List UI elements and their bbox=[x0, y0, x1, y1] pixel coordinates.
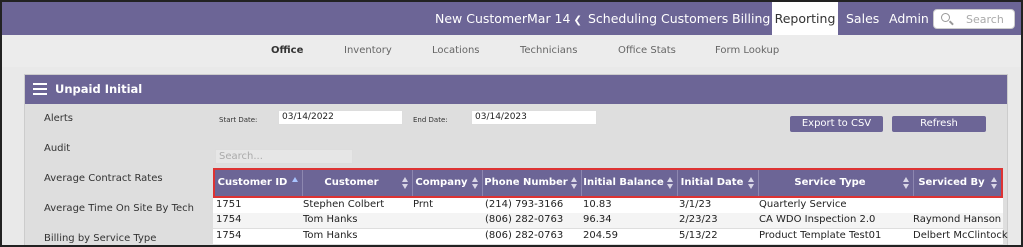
menu-icon[interactable] bbox=[33, 83, 47, 95]
table-search-input[interactable]: Search... bbox=[215, 149, 353, 164]
column-header-initial-date[interactable]: Initial Date bbox=[678, 170, 759, 196]
end-date-label: End Date: bbox=[413, 116, 448, 124]
chevron-down-icon: ❮ bbox=[573, 15, 582, 26]
column-header-initial-balance[interactable]: Initial Balance bbox=[582, 170, 678, 196]
top-navigation: New Customer Mar 14 ❮ Scheduling Customer… bbox=[2, 2, 1021, 35]
sort-ascending-icon bbox=[292, 177, 299, 189]
start-date-label: Start Date: bbox=[219, 116, 258, 124]
nav-admin[interactable]: Admin bbox=[889, 2, 929, 35]
subnav-locations[interactable]: Locations bbox=[432, 45, 480, 56]
nav-date-dropdown[interactable]: Mar 14 ❮ bbox=[527, 2, 582, 35]
cell-customer: Stephen Colbert bbox=[303, 199, 385, 210]
table-row[interactable]: 1754 Tom Hanks (806) 282-0763 204.59 5/1… bbox=[213, 229, 1008, 244]
nav-reporting[interactable]: Reporting bbox=[772, 2, 838, 35]
sort-icon bbox=[402, 177, 409, 189]
cell-serviced-by: Delbert McClintock bbox=[913, 230, 1008, 241]
nav-sales[interactable]: Sales bbox=[846, 2, 879, 35]
sort-icon bbox=[571, 177, 578, 189]
sort-icon bbox=[472, 177, 479, 189]
nav-billing[interactable]: Billing bbox=[732, 2, 770, 35]
subnav-technicians[interactable]: Technicians bbox=[520, 45, 577, 56]
end-date-input[interactable]: 03/14/2023 bbox=[471, 110, 597, 125]
cell-company: Prnt bbox=[413, 199, 434, 210]
sort-icon bbox=[667, 177, 674, 189]
column-header-customer[interactable]: Customer bbox=[303, 170, 413, 196]
start-date-input[interactable]: 03/14/2022 bbox=[278, 110, 403, 125]
report-menu-average-time-on-site[interactable]: Average Time On Site By Tech bbox=[44, 203, 194, 214]
table-header: Customer ID Customer Company Phone Numbe… bbox=[213, 168, 1003, 198]
report-menu-audit[interactable]: Audit bbox=[44, 143, 70, 154]
column-header-phone-number[interactable]: Phone Number bbox=[483, 170, 582, 196]
column-header-customer-id[interactable]: Customer ID bbox=[215, 170, 303, 196]
report-panel: Unpaid Initial Alerts Audit Average Cont… bbox=[24, 74, 1008, 245]
column-header-company[interactable]: Company bbox=[413, 170, 483, 196]
cell-customer: Tom Hanks bbox=[303, 214, 358, 225]
table-row[interactable]: 1751 Stephen Colbert Prnt (214) 793-3166… bbox=[213, 198, 1003, 213]
sort-icon bbox=[903, 177, 910, 189]
search-icon bbox=[941, 13, 950, 22]
cell-phone: (214) 793-3166 bbox=[485, 199, 564, 210]
nav-date-label: Mar 14 bbox=[527, 11, 571, 26]
sub-navigation: Office Inventory Locations Technicians O… bbox=[2, 35, 1021, 67]
column-header-service-type[interactable]: Service Type bbox=[759, 170, 914, 196]
report-menu-alerts[interactable]: Alerts bbox=[44, 113, 73, 124]
global-search-input[interactable]: Search bbox=[933, 9, 1015, 29]
panel-header: Unpaid Initial bbox=[25, 75, 1007, 104]
subnav-office-stats[interactable]: Office Stats bbox=[618, 45, 676, 56]
subnav-inventory[interactable]: Inventory bbox=[344, 45, 392, 56]
cell-phone: (806) 282-0763 bbox=[485, 230, 564, 241]
sort-icon bbox=[748, 177, 755, 189]
sort-icon bbox=[991, 177, 998, 189]
report-menu-average-contract-rates[interactable]: Average Contract Rates bbox=[44, 173, 163, 184]
cell-service-type: Quarterly Service bbox=[759, 199, 847, 210]
report-menu-billing-by-service-type[interactable]: Billing by Service Type bbox=[44, 233, 156, 244]
search-placeholder: Search bbox=[966, 13, 1004, 26]
cell-serviced-by: Raymond Hanson bbox=[913, 214, 1002, 225]
cell-initial-balance: 204.59 bbox=[583, 230, 618, 241]
cell-initial-date: 5/13/22 bbox=[679, 230, 718, 241]
subnav-office[interactable]: Office bbox=[271, 45, 303, 56]
subnav-form-lookup[interactable]: Form Lookup bbox=[715, 45, 779, 56]
table-row[interactable]: 1754 Tom Hanks (806) 282-0763 96.34 2/23… bbox=[213, 213, 1003, 228]
refresh-button[interactable]: Refresh bbox=[892, 116, 986, 132]
nav-customers[interactable]: Customers bbox=[661, 2, 728, 35]
nav-scheduling[interactable]: Scheduling bbox=[588, 2, 657, 35]
panel-title: Unpaid Initial bbox=[55, 82, 143, 96]
nav-new-customer[interactable]: New Customer bbox=[435, 2, 527, 35]
export-csv-button[interactable]: Export to CSV bbox=[790, 116, 883, 132]
cell-customer-id: 1751 bbox=[216, 199, 242, 210]
cell-service-type: CA WDO Inspection 2.0 bbox=[759, 214, 876, 225]
column-header-serviced-by[interactable]: Serviced By bbox=[914, 170, 1001, 196]
cell-phone: (806) 282-0763 bbox=[485, 214, 564, 225]
cell-initial-date: 3/1/23 bbox=[679, 199, 712, 210]
cell-customer-id: 1754 bbox=[216, 230, 242, 241]
cell-initial-balance: 96.34 bbox=[583, 214, 612, 225]
cell-customer-id: 1754 bbox=[216, 214, 242, 225]
app-window: New Customer Mar 14 ❮ Scheduling Customer… bbox=[0, 0, 1023, 247]
cell-initial-date: 2/23/23 bbox=[679, 214, 718, 225]
cell-customer: Tom Hanks bbox=[303, 230, 358, 241]
cell-service-type: Product Template Test01 bbox=[759, 230, 882, 241]
cell-initial-balance: 10.83 bbox=[583, 199, 612, 210]
